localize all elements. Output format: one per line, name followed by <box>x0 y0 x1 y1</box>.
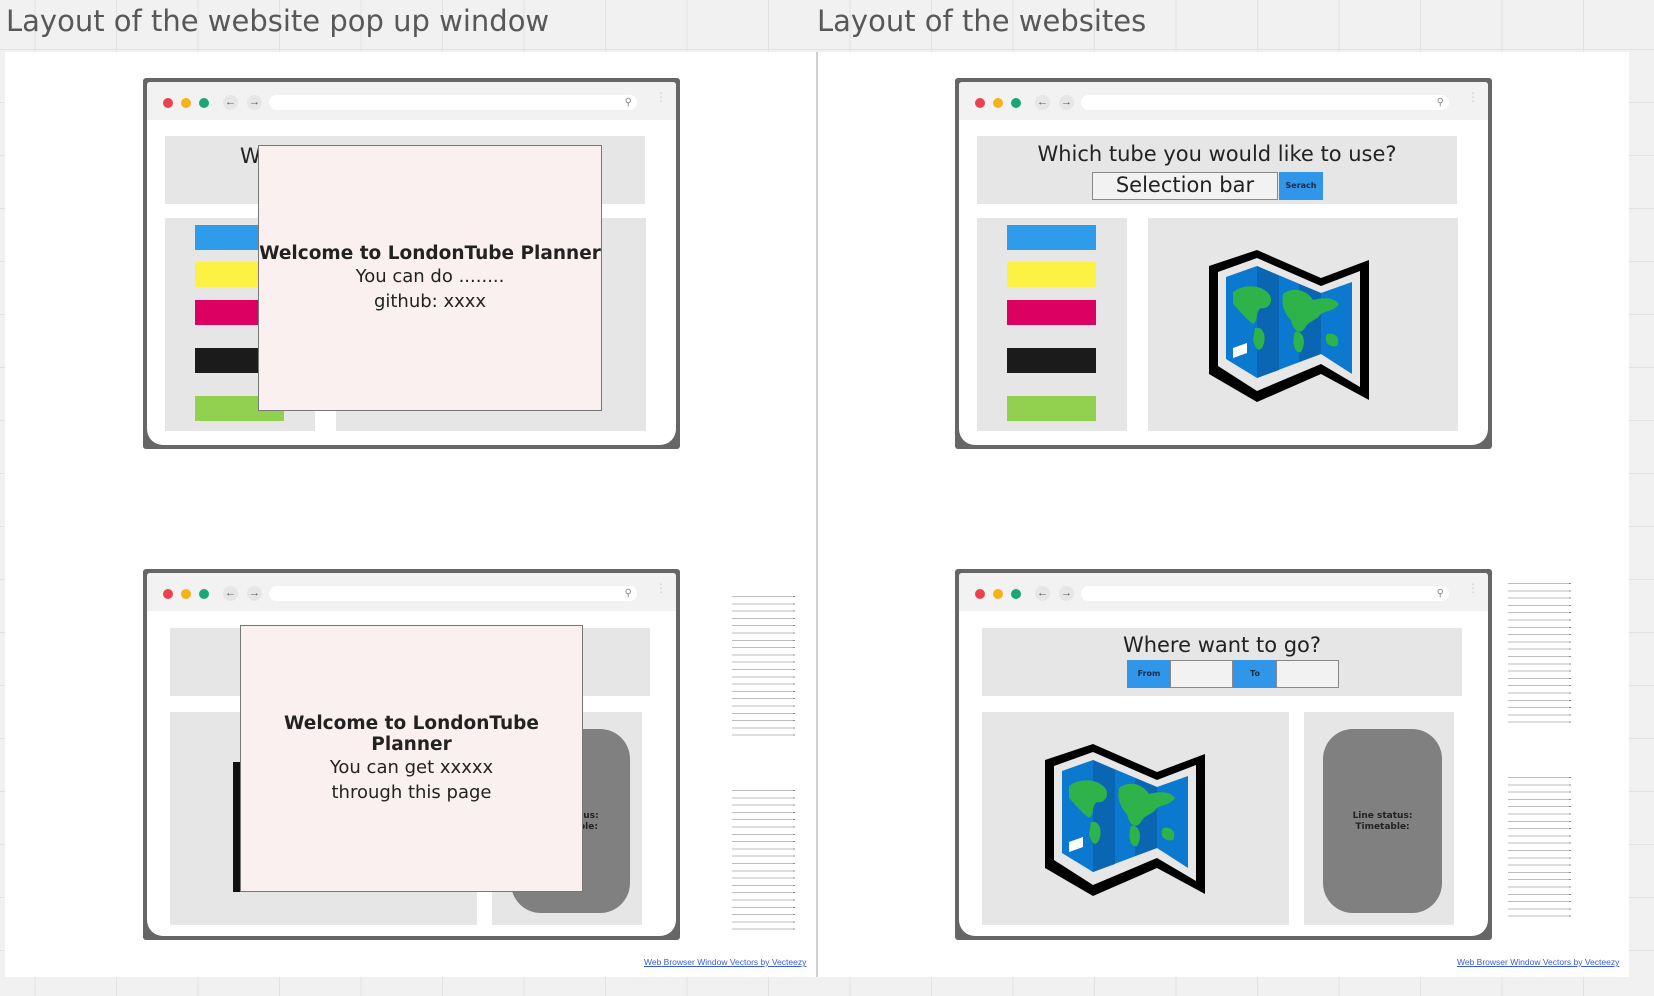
maximize-dot-icon[interactable] <box>1011 589 1021 599</box>
websites-frame-title: Layout of the websites <box>817 4 1147 38</box>
status-card: Line status: Timetable: <box>1323 729 1442 913</box>
search-icon: ⚲ <box>624 588 632 599</box>
dotted-text-block <box>1508 583 1571 727</box>
line-button-magenta[interactable] <box>1007 300 1096 325</box>
credit-link[interactable]: Web Browser Window Vectors by Vecteezy <box>1457 957 1619 967</box>
from-label: From <box>1127 660 1171 688</box>
browser-toolbar: ← → ⚲ ⋮ <box>959 573 1488 611</box>
frame-divider <box>816 52 818 977</box>
browser-toolbar: ← → ⚲ ⋮ <box>147 82 676 120</box>
minimize-dot-icon[interactable] <box>181 98 191 108</box>
forward-arrow-icon[interactable]: → <box>1059 586 1074 601</box>
address-bar[interactable]: ⚲ <box>1081 586 1449 601</box>
back-arrow-icon[interactable]: ← <box>223 586 238 601</box>
address-bar[interactable]: ⚲ <box>1081 95 1449 110</box>
close-dot-icon[interactable] <box>975 589 985 599</box>
map-panel <box>1148 218 1458 431</box>
popup-line-1: You can do ........ <box>355 265 505 287</box>
search-icon: ⚲ <box>624 97 632 108</box>
back-arrow-icon[interactable]: ← <box>1035 95 1050 110</box>
from-input[interactable] <box>1170 660 1233 688</box>
forward-arrow-icon[interactable]: → <box>247 586 262 601</box>
destination-question: Where want to go? <box>1122 633 1322 657</box>
close-dot-icon[interactable] <box>975 98 985 108</box>
popup-line-2: github: xxxx <box>373 290 487 312</box>
credit-link[interactable]: Web Browser Window Vectors by Vecteezy <box>644 957 806 967</box>
dotted-text-block <box>1508 777 1571 921</box>
browser-window-site-1: ← → ⚲ ⋮ Which tube you would like to use… <box>955 78 1492 449</box>
line-button-black[interactable] <box>1007 348 1096 373</box>
line-button-green[interactable] <box>1007 396 1096 421</box>
timetable-label: Timetable: <box>1355 822 1410 832</box>
to-input[interactable] <box>1276 660 1339 688</box>
to-label: To <box>1233 660 1277 688</box>
back-arrow-icon[interactable]: ← <box>223 95 238 110</box>
maximize-dot-icon[interactable] <box>199 589 209 599</box>
line-button-blue[interactable] <box>1007 225 1096 250</box>
search-icon: ⚲ <box>1436 588 1444 599</box>
dotted-text-block <box>732 596 795 740</box>
status-panel: Line status: Timetable: <box>1304 712 1454 925</box>
minimize-dot-icon[interactable] <box>993 98 1003 108</box>
world-map-icon <box>1045 744 1205 896</box>
dotted-text-block <box>732 790 795 934</box>
popup-line-2: through this page <box>331 781 492 803</box>
address-bar[interactable]: ⚲ <box>269 586 637 601</box>
kebab-menu-icon[interactable]: ⋮ <box>655 91 667 103</box>
maximize-dot-icon[interactable] <box>1011 98 1021 108</box>
selection-bar[interactable]: Selection bar <box>1092 172 1278 200</box>
minimize-dot-icon[interactable] <box>993 589 1003 599</box>
address-bar[interactable]: ⚲ <box>269 95 637 110</box>
line-list-panel <box>977 218 1127 431</box>
popup-title: Welcome to LondonTube Planner <box>284 712 539 755</box>
tube-question: Which tube you would like to use? <box>1037 142 1397 166</box>
kebab-menu-icon[interactable]: ⋮ <box>655 582 667 594</box>
browser-toolbar: ← → ⚲ ⋮ <box>147 573 676 611</box>
browser-window-site-2: ← → ⚲ ⋮ Where want to go? From To Line s… <box>955 569 1492 940</box>
back-arrow-icon[interactable]: ← <box>1035 586 1050 601</box>
maximize-dot-icon[interactable] <box>199 98 209 108</box>
kebab-menu-icon[interactable]: ⋮ <box>1467 582 1479 594</box>
world-map-icon <box>1209 250 1369 402</box>
search-icon: ⚲ <box>1436 97 1444 108</box>
line-status-label: Line status: <box>1352 811 1413 821</box>
welcome-popup-2[interactable]: Welcome to LondonTube Planner You can ge… <box>240 625 583 892</box>
forward-arrow-icon[interactable]: → <box>1059 95 1074 110</box>
close-dot-icon[interactable] <box>163 98 173 108</box>
line-button-yellow[interactable] <box>1007 262 1096 287</box>
close-dot-icon[interactable] <box>163 589 173 599</box>
minimize-dot-icon[interactable] <box>181 589 191 599</box>
popup-frame-title: Layout of the website pop up window <box>6 4 550 38</box>
kebab-menu-icon[interactable]: ⋮ <box>1467 91 1479 103</box>
forward-arrow-icon[interactable]: → <box>247 95 262 110</box>
map-panel <box>982 712 1289 925</box>
search-button[interactable]: Serach <box>1279 172 1323 200</box>
browser-toolbar: ← → ⚲ ⋮ <box>959 82 1488 120</box>
popup-line-1: You can get xxxxx <box>329 756 494 778</box>
welcome-popup-1[interactable]: Welcome to LondonTube Planner You can do… <box>258 145 602 411</box>
popup-title: Welcome to LondonTube Planner <box>259 242 601 264</box>
